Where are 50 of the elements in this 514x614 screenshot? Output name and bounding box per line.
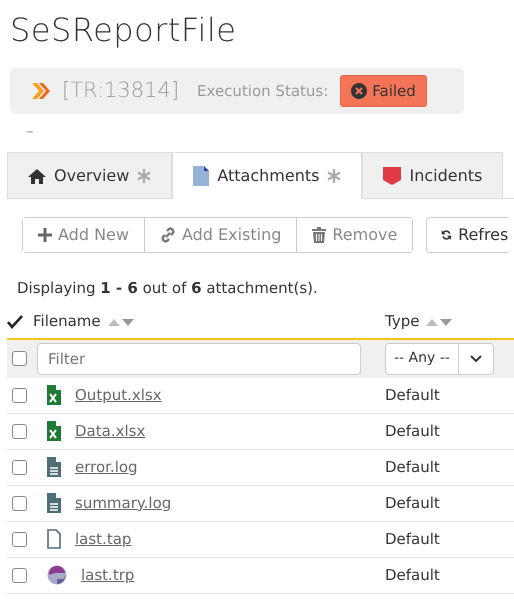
column-header[interactable]: Filename [33,310,101,333]
refresh-button[interactable]: Refres [426,217,508,253]
file-icon [47,529,61,549]
link-icon [160,227,176,243]
shield-icon [383,166,402,184]
tab[interactable]: Attachments [172,152,362,199]
summary-text: Displaying 1 - 6 out of 6 attachment(s). [17,278,319,299]
row-checkbox[interactable] [12,388,27,402]
type-filter-dropdown[interactable]: -- Any -- [385,342,494,374]
checkmark-icon [7,314,23,328]
type-cell-text: Default [385,384,440,406]
filename-link[interactable]: error.log [75,456,138,478]
page-title: SeSReportFile [10,10,238,51]
row-checkbox[interactable] [12,460,27,474]
plus-icon [38,228,52,242]
sort-icon [425,316,454,326]
type-cell-text: Default [385,492,440,514]
filter-field[interactable]: Filter [37,342,361,374]
spreadsheet-icon [47,385,61,405]
test-run-id: [TR:13814] [62,77,180,104]
sort-icon [106,316,135,326]
filename-link[interactable]: last.tap [75,528,132,550]
spreadsheet-icon [47,421,61,441]
close-icon [351,83,368,99]
status-badge: Failed [340,74,427,108]
tab[interactable]: Incidents [362,152,504,198]
text-file-icon [47,457,61,477]
select-all-checkbox[interactable] [12,351,27,366]
row-checkbox[interactable] [12,424,27,438]
row-checkbox[interactable] [12,532,27,546]
column-header[interactable]: Type [385,310,420,333]
type-cell-text: Default [385,456,440,478]
home-icon [28,168,46,184]
filename-link[interactable]: Output.xlsx [75,384,162,406]
type-cell-text: Default [385,528,440,550]
filename-link[interactable]: summary.log [75,492,172,514]
status-label: Execution Status: [197,80,328,102]
row-checkbox[interactable] [12,496,27,510]
document-icon [193,166,210,186]
row-checkbox[interactable] [12,568,27,582]
trash-icon [312,227,326,243]
tab[interactable]: Overview [7,152,172,198]
chevrons-icon [30,81,50,101]
text-file-icon [47,493,61,513]
subtitle: – [26,121,34,142]
add-new-button[interactable]: Add New [23,218,145,252]
filename-link[interactable]: Data.xlsx [75,420,146,442]
type-cell-text: Default [385,564,440,586]
type-cell-text: Default [385,420,440,442]
filename-link[interactable]: last.trp [81,564,134,586]
